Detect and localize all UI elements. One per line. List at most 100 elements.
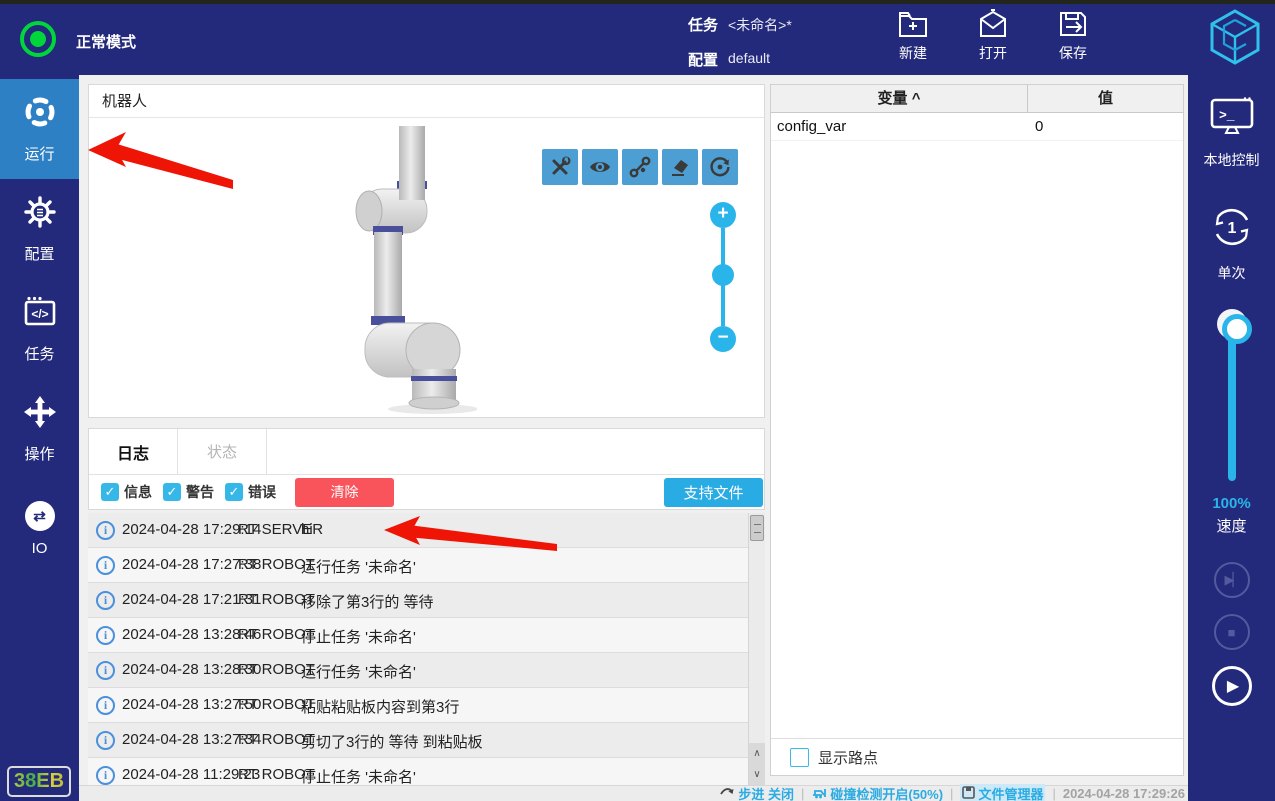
log-message: 运行任务 '未命名' <box>301 556 416 577</box>
local-control-button[interactable]: >_ 本地控制 <box>1204 97 1260 170</box>
warning-checkbox[interactable] <box>163 483 181 501</box>
filter-info-label: 信息 <box>124 482 152 502</box>
robot-status-light <box>20 21 56 57</box>
error-checkbox[interactable] <box>225 483 243 501</box>
eye-icon[interactable] <box>582 149 618 185</box>
info-icon <box>96 556 115 575</box>
scrollbar-thumb[interactable] <box>750 515 764 541</box>
log-row[interactable]: 2024-04-28 13:27:50 RT ROBOT 粘贴粘贴板内容到第3行 <box>88 688 765 723</box>
speed-slider-handle[interactable] <box>1217 309 1247 339</box>
log-row[interactable]: 2024-04-28 17:29:14 RT SERVER hi <box>88 513 765 548</box>
zoom-out-button[interactable] <box>710 326 736 352</box>
support-file-button[interactable]: 支持文件 <box>664 478 763 507</box>
info-icon <box>96 731 115 750</box>
info-icon <box>96 521 115 540</box>
zoom-in-button[interactable] <box>710 202 736 228</box>
stop-button[interactable] <box>1214 614 1250 650</box>
right-sidebar: >_ 本地控制 1 单次 100% 速度 <box>1188 75 1275 801</box>
speed-slider-track[interactable] <box>1228 323 1236 481</box>
mode-label: 正常模式 <box>76 31 136 52</box>
task-code-icon: </> <box>23 295 57 334</box>
collision-icon <box>811 785 827 801</box>
sidebar-item-task[interactable]: </> 任务 <box>0 279 79 379</box>
show-waypoints-row: 显示路点 <box>771 738 1183 775</box>
task-label: 任务 <box>688 14 718 35</box>
speed-label: 速度 <box>1216 515 1246 536</box>
clear-log-button[interactable]: 清除 <box>295 478 394 507</box>
sidebar-item-run[interactable]: 运行 <box>0 79 79 179</box>
new-task-button[interactable]: 新建 <box>880 9 946 63</box>
zoom-slider-handle[interactable] <box>712 264 734 286</box>
column-value[interactable]: 值 <box>1028 85 1183 112</box>
log-row[interactable]: 2024-04-28 17:21:31 RT ROBOT 移除了第3行的 等待 <box>88 583 765 618</box>
status-timestamp: 2024-04-28 17:29:26 <box>1063 786 1185 801</box>
collision-detect-label: 碰撞检测开启(50%) <box>830 784 943 801</box>
open-task-icon <box>960 9 1026 39</box>
log-row[interactable]: 2024-04-28 13:28:46 RT ROBOT 停止任务 '未命名' <box>88 618 765 653</box>
tab-status[interactable]: 状态 <box>178 429 267 474</box>
variable-row[interactable]: config_var 0 <box>771 113 1183 141</box>
svg-text:</>: </> <box>31 307 48 321</box>
sidebar-item-config[interactable]: 配置 <box>0 179 79 279</box>
tab-row: 日志 状态 <box>89 429 764 475</box>
open-task-label: 打开 <box>960 43 1026 63</box>
log-message: 移除了第3行的 等待 <box>301 591 434 612</box>
speed-slider[interactable] <box>1217 309 1247 481</box>
sidebar-item-label: IO <box>32 540 48 557</box>
sidebar-item-label: 配置 <box>24 243 54 264</box>
svg-text:1: 1 <box>1227 220 1236 237</box>
window-top-strip <box>0 0 1275 4</box>
robot-panel: 机器人 <box>88 84 765 418</box>
step-mode-status[interactable]: 步进 关闭 <box>720 784 794 801</box>
filter-warning-label: 警告 <box>186 482 214 502</box>
step-forward-button[interactable] <box>1214 562 1250 598</box>
local-control-terminal-icon: >_ <box>1209 97 1255 142</box>
move-arrows-icon <box>23 395 57 434</box>
scroll-up-button[interactable] <box>749 743 765 764</box>
left-sidebar: 运行 配置 </> 任务 操作 ⇄ IO 38EB <box>0 75 79 801</box>
robot-3d-viewport[interactable] <box>89 118 764 416</box>
log-scrollbar[interactable] <box>748 513 765 785</box>
log-message: 停止任务 '未命名' <box>301 766 416 785</box>
info-icon <box>96 626 115 645</box>
play-button[interactable] <box>1212 666 1252 706</box>
eraser-icon[interactable] <box>662 149 698 185</box>
single-cycle-icon: 1 <box>1209 204 1255 255</box>
tab-log[interactable]: 日志 <box>89 429 178 474</box>
scroll-down-button[interactable] <box>749 764 765 785</box>
reset-view-icon[interactable] <box>702 149 738 185</box>
collision-detect-status[interactable]: 碰撞检测开启(50%) <box>811 784 943 801</box>
status-divider: | <box>950 786 953 801</box>
filter-info[interactable]: 信息 <box>101 482 152 502</box>
column-variable-label: 变量 <box>878 90 908 107</box>
single-run-button[interactable]: 1 单次 <box>1209 204 1255 283</box>
log-row[interactable]: 2024-04-28 13:28:30 RT ROBOT 运行任务 '未命名' <box>88 653 765 688</box>
log-row[interactable]: 2024-04-28 17:27:38 RT ROBOT 运行任务 '未命名' <box>88 548 765 583</box>
tools-icon[interactable] <box>542 149 578 185</box>
config-gear-icon <box>23 195 57 234</box>
io-swap-icon: ⇄ <box>25 501 55 531</box>
firmware-badge: 38EB <box>7 766 71 797</box>
log-row[interactable]: 2024-04-28 13:27:34 RT ROBOT 剪切了3行的 等待 到… <box>88 723 765 758</box>
info-icon <box>96 591 115 610</box>
sidebar-item-io[interactable]: ⇄ IO <box>0 479 79 579</box>
sidebar-item-operate[interactable]: 操作 <box>0 379 79 479</box>
log-tabs-panel: 日志 状态 信息 警告 错误 清除 支持文件 <box>88 428 765 510</box>
path-icon[interactable] <box>622 149 658 185</box>
file-manager-button[interactable]: 文件管理器 <box>960 784 1045 801</box>
filter-warning[interactable]: 警告 <box>163 482 214 502</box>
log-row[interactable]: 2024-04-28 11:29:23 RT ROBOT 停止任务 '未命名' <box>88 758 765 785</box>
open-task-button[interactable]: 打开 <box>960 9 1026 63</box>
log-message: hi <box>301 521 313 538</box>
config-name-value: default <box>728 50 770 66</box>
info-icon <box>96 661 115 680</box>
column-variable[interactable]: 变量 ^ <box>771 85 1028 112</box>
status-bar: 步进 关闭 | 碰撞检测开启(50%) | 文件管理器 | 2024-04-28… <box>79 785 1188 801</box>
filter-error[interactable]: 错误 <box>225 482 276 502</box>
info-icon <box>96 766 115 785</box>
info-checkbox[interactable] <box>101 483 119 501</box>
show-waypoints-checkbox[interactable] <box>790 748 809 767</box>
local-control-label: 本地控制 <box>1204 150 1260 170</box>
info-icon <box>96 696 115 715</box>
save-task-button[interactable]: 保存 <box>1040 9 1106 63</box>
